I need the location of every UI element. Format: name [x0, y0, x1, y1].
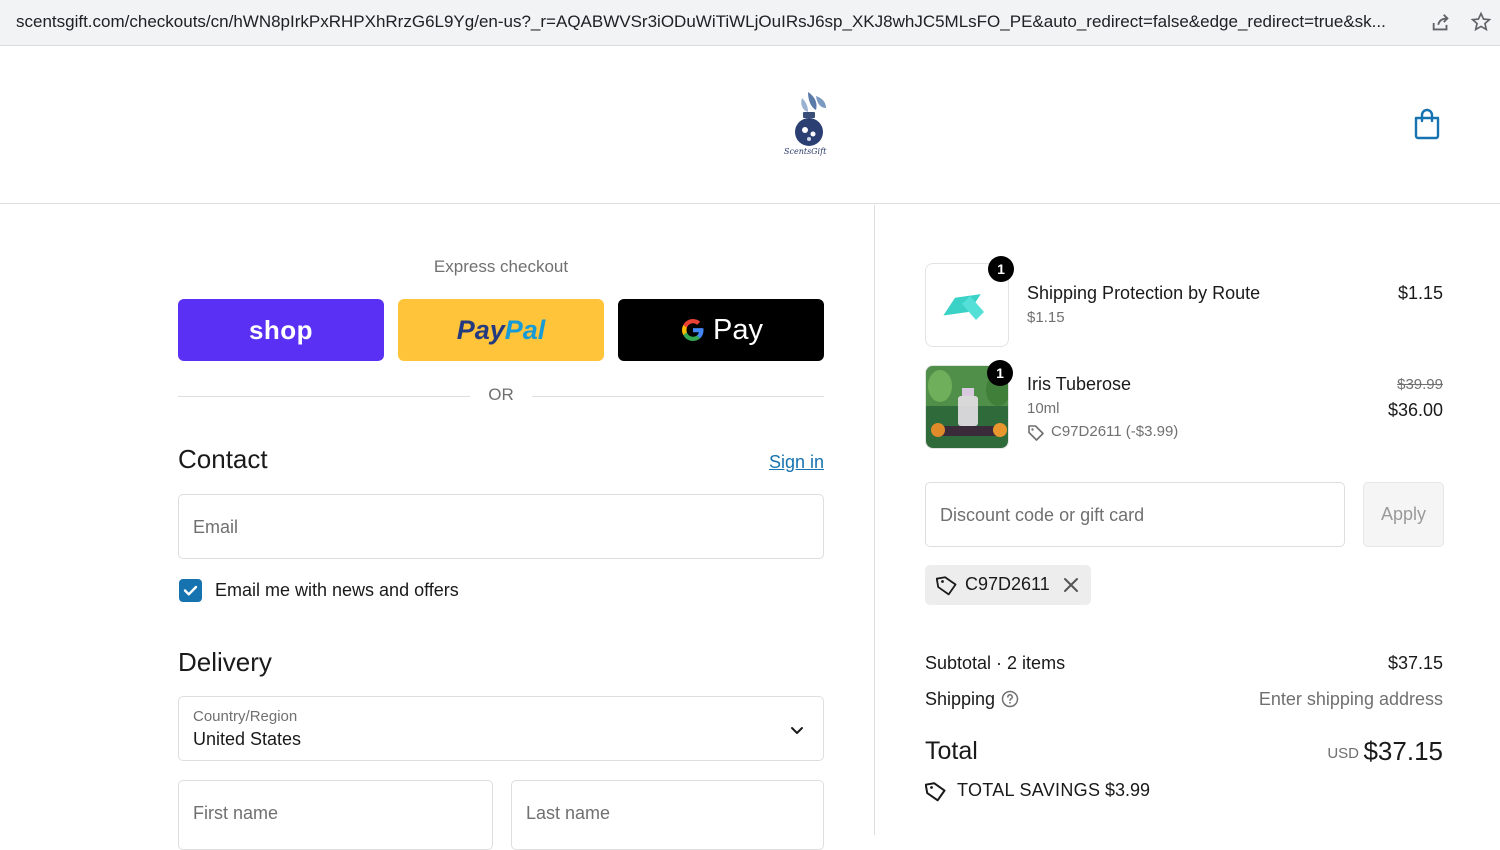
country-select[interactable]: Country/Region United States — [178, 696, 824, 761]
chevron-down-icon — [791, 727, 803, 734]
route-product-thumbnail: 1 — [925, 256, 1014, 347]
apply-button[interactable]: Apply — [1363, 482, 1444, 547]
bookmark-star-icon[interactable] — [1470, 11, 1492, 33]
tag-icon — [1028, 425, 1044, 441]
total-currency: USD — [1327, 745, 1359, 762]
close-icon[interactable] — [1061, 575, 1081, 595]
item-variant: $1.15 — [1027, 309, 1065, 326]
newsletter-label[interactable]: Email me with news and offers — [215, 580, 459, 601]
total-value: $37.15 — [1363, 736, 1443, 766]
total-label: Total — [925, 737, 978, 765]
first-name-placeholder: First name — [193, 803, 279, 823]
shop-pay-button[interactable]: shop — [178, 299, 384, 361]
item-variant: 10ml — [1027, 400, 1060, 417]
paypal-label-pay: Pay — [456, 314, 505, 345]
item-original-price: $39.99 — [1397, 376, 1443, 393]
help-icon[interactable] — [1001, 690, 1019, 708]
google-pay-label: Pay — [713, 313, 763, 346]
tag-icon — [936, 576, 957, 596]
item-name: Iris Tuberose — [1027, 374, 1132, 394]
paypal-label-pal: Pal — [504, 314, 546, 345]
express-checkout-title: Express checkout — [433, 257, 569, 276]
item-name: Shipping Protection by Route — [1027, 283, 1261, 303]
email-placeholder: Email — [193, 517, 239, 537]
quantity-badge: 1 — [987, 360, 1013, 386]
order-summary-column: 1 Shipping Protection by Route $1.15 $1.… — [874, 205, 1500, 835]
discount-code-input[interactable]: Discount code or gift card — [925, 482, 1345, 547]
shop-pay-label: shop — [248, 314, 314, 345]
contact-title: Contact — [178, 444, 268, 474]
subtotal-value: $37.15 — [1387, 653, 1443, 673]
subtotal-label: Subtotal · 2 items — [925, 653, 1066, 673]
or-text: OR — [488, 385, 514, 404]
browser-address-bar[interactable]: scentsgift.com/checkouts/cn/hWN8pIrkPxRH… — [0, 0, 1500, 46]
total-savings-value: $3.99 — [1105, 780, 1151, 800]
country-label: Country/Region — [193, 708, 298, 725]
shipping-label: Shipping — [925, 689, 996, 709]
tag-icon — [925, 782, 946, 802]
country-value: United States — [193, 729, 302, 749]
last-name-placeholder: Last name — [526, 803, 611, 823]
google-pay-button[interactable]: Pay — [618, 299, 824, 361]
item-discount: C97D2611 (-$3.99) — [1051, 423, 1179, 440]
delivery-title: Delivery — [178, 647, 272, 677]
newsletter-checkbox[interactable] — [179, 579, 202, 602]
last-name-field[interactable]: Last name — [511, 780, 824, 850]
or-divider: OR — [178, 385, 824, 407]
share-icon[interactable] — [1430, 12, 1452, 34]
sign-in-link[interactable]: Sign in — [769, 452, 824, 473]
discount-placeholder: Discount code or gift card — [940, 505, 1145, 525]
first-name-field[interactable]: First name — [178, 780, 493, 850]
logo-wordmark: ScentsGift — [784, 147, 827, 156]
applied-code: C97D2611 — [965, 574, 1050, 594]
shopping-bag-icon[interactable] — [1412, 108, 1442, 140]
shipping-value: Enter shipping address — [1258, 689, 1443, 709]
email-field[interactable]: Email — [178, 494, 824, 559]
item-price: $1.15 — [1397, 283, 1443, 303]
applied-discount-chip: C97D2611 — [925, 565, 1091, 605]
checkout-form-column: Express checkout shop Pay Pal Pay OR Cont… — [0, 205, 874, 850]
quantity-badge: 1 — [988, 256, 1014, 282]
total-savings-label: TOTAL SAVINGS — [957, 780, 1101, 800]
google-g-icon — [682, 319, 704, 341]
paypal-button[interactable]: Pay Pal — [398, 299, 604, 361]
divider-line-right — [532, 396, 824, 397]
url-text[interactable]: scentsgift.com/checkouts/cn/hWN8pIrkPxRH… — [16, 12, 1416, 32]
checkmark-icon — [183, 585, 198, 596]
store-header: ScentsGift — [0, 46, 1500, 204]
item-price: $36.00 — [1387, 400, 1443, 420]
